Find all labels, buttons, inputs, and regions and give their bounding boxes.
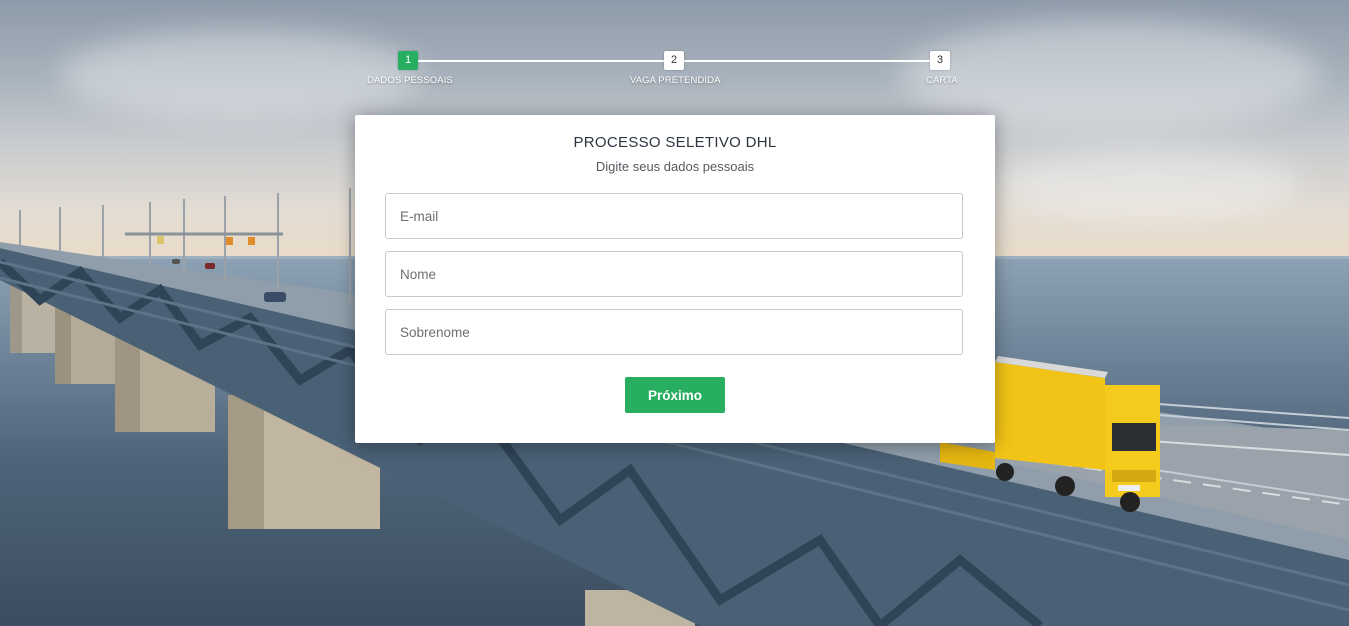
next-button[interactable]: Próximo <box>625 377 725 413</box>
progress-stepper: 1 DADOS PESSOAIS 2 VAGA PRETENDIDA 3 CAR… <box>0 0 1349 100</box>
form-title: PROCESSO SELETIVO DHL <box>573 134 777 151</box>
step-2-label: VAGA PRETENDIDA <box>630 75 721 86</box>
step-connector <box>674 60 940 62</box>
name-field[interactable] <box>385 251 963 297</box>
step-connector <box>408 60 674 62</box>
surname-field[interactable] <box>385 309 963 355</box>
step-1-label: DADOS PESSOAIS <box>367 75 453 86</box>
step-2-indicator[interactable]: 2 <box>664 51 684 70</box>
personal-data-form: PROCESSO SELETIVO DHL Digite seus dados … <box>355 115 995 443</box>
step-3-label: CARTA <box>926 75 958 86</box>
form-subtitle: Digite seus dados pessoais <box>595 159 755 174</box>
step-1-indicator[interactable]: 1 <box>398 51 418 70</box>
email-field[interactable] <box>385 193 963 239</box>
step-3-indicator[interactable]: 3 <box>930 51 950 70</box>
